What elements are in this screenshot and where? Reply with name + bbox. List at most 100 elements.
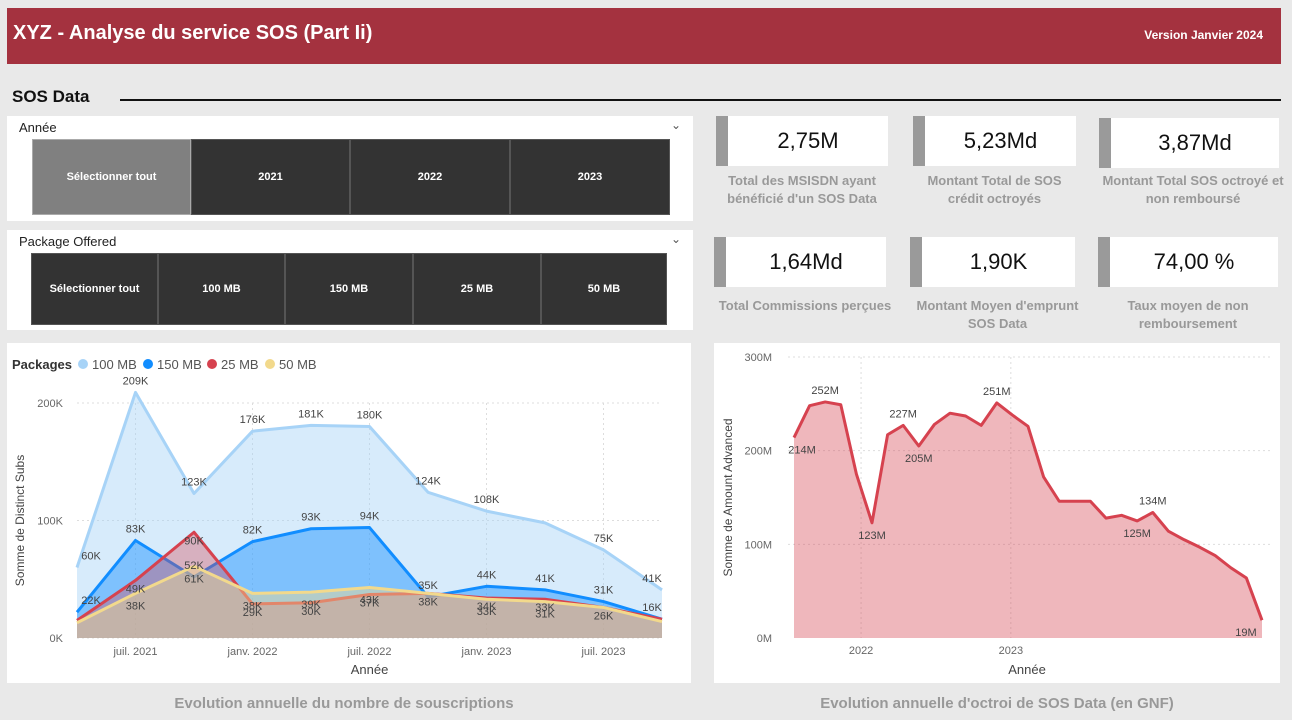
data-label: 61K (184, 573, 204, 585)
legend-marker (143, 359, 153, 369)
data-label: 180K (357, 410, 383, 422)
x-tick-label: janv. 2022 (227, 646, 278, 658)
year-option-2022[interactable]: 2022 (350, 139, 510, 215)
year-option-select-all[interactable]: Sélectionner tout (32, 139, 191, 215)
data-label: 26K (594, 610, 614, 622)
data-label: 38K (243, 600, 263, 612)
data-label: 43K (360, 594, 380, 606)
subscriptions-area-chart[interactable]: Packages 100 MB 150 MB 25 MB 50 MB 0K 100K 200K… (7, 343, 691, 683)
data-label: 19M (1235, 627, 1256, 639)
data-label: 252M (811, 385, 839, 397)
kpi-value: 3,87Md (1111, 118, 1279, 168)
x-tick-label: juil. 2022 (346, 646, 391, 658)
kpi-accent-bar (913, 116, 925, 166)
data-label: 108K (474, 494, 500, 506)
year-slicer-label: Année (19, 120, 57, 135)
year-option-2023[interactable]: 2023 (510, 139, 670, 215)
kpi-value: 5,23Md (925, 116, 1076, 166)
x-tick-label: juil. 2021 (112, 646, 157, 658)
y-axis-title: Somme de Distinct Subs (13, 455, 27, 586)
data-label: 123M (858, 530, 886, 542)
package-option-150mb[interactable]: 150 MB (285, 253, 413, 325)
data-label: 125M (1123, 528, 1151, 540)
data-label: 134M (1139, 495, 1167, 507)
package-option-100mb[interactable]: 100 MB (158, 253, 285, 325)
chevron-down-icon[interactable]: ⌄ (671, 118, 681, 132)
kpi-label: Montant Moyen d'emprunt SOS Data (916, 298, 1079, 331)
kpi-value: 1,64Md (726, 237, 886, 287)
y-tick-label: 100M (744, 539, 772, 551)
data-label: 52K (184, 560, 204, 572)
data-label: 205M (905, 453, 933, 465)
data-label: 31K (535, 609, 555, 621)
y-tick-label: 300M (744, 352, 772, 364)
amount-area-chart[interactable]: 0M 100M 200M 300M 2022 2023 Année Somme de Amou… (714, 343, 1280, 683)
legend-marker (207, 359, 217, 369)
package-option-25mb[interactable]: 25 MB (413, 253, 541, 325)
kpi-label: Montant Total de SOS crédit octroyés (927, 173, 1062, 206)
data-label: 227M (889, 408, 917, 420)
package-slicer: Package Offered ⌄ Sélectionner tout 100 … (7, 230, 693, 330)
legend-item: 25 MB (221, 357, 259, 372)
x-tick-label: 2022 (849, 645, 873, 657)
legend-marker (265, 359, 275, 369)
kpi-value: 74,00 % (1110, 237, 1278, 287)
kpi-accent-bar (1098, 237, 1110, 287)
data-label: 35K (418, 580, 438, 592)
year-slicer: Année ⌄ Sélectionner tout 2021 2022 2023 (7, 116, 693, 221)
data-label: 94K (360, 511, 380, 523)
x-tick-label: janv. 2023 (461, 646, 512, 658)
data-label: 124K (415, 475, 441, 487)
kpi-accent-bar (910, 237, 922, 287)
legend-item: 100 MB (92, 357, 137, 372)
data-label: 41K (535, 573, 555, 585)
kpi-accent-bar (714, 237, 726, 287)
data-label: 251M (983, 386, 1011, 398)
data-label: 60K (81, 551, 101, 563)
version-label: Version Janvier 2024 (1144, 28, 1263, 42)
y-axis-title: Somme de Amount Advanced (721, 418, 735, 576)
data-label: 44K (477, 569, 497, 581)
section-divider (120, 99, 1281, 101)
kpi-accent-bar (1099, 118, 1111, 168)
x-tick-label: 2023 (999, 645, 1023, 657)
y-tick-label: 100K (37, 516, 63, 528)
package-option-select-all[interactable]: Sélectionner tout (31, 253, 158, 325)
chevron-down-icon[interactable]: ⌄ (671, 232, 681, 246)
legend-item: 150 MB (157, 357, 202, 372)
data-label: 123K (181, 476, 207, 488)
subscriptions-chart-title: Evolution annuelle du nombre de souscrip… (174, 695, 514, 712)
kpi-label: Total des MSISDN ayant bénéficié d'un SO… (727, 173, 877, 206)
y-tick-label: 0K (50, 633, 64, 645)
data-label: 22K (81, 595, 101, 607)
data-label: 176K (240, 414, 266, 426)
report-title: XYZ - Analyse du service SOS (Part Ii) (13, 22, 373, 44)
data-label: 209K (123, 375, 149, 387)
data-label: 214M (788, 445, 816, 457)
legend-marker (78, 359, 88, 369)
subscriptions-chart-panel: Packages 100 MB 150 MB 25 MB 50 MB 0K 100K 200K… (7, 343, 691, 683)
kpi-value: 2,75M (728, 116, 888, 166)
series-area (794, 401, 1262, 638)
package-option-50mb[interactable]: 50 MB (541, 253, 667, 325)
y-tick-label: 200K (37, 398, 63, 410)
kpi-accent-bar (716, 116, 728, 166)
y-tick-label: 200M (744, 446, 772, 458)
section-title: SOS Data (12, 87, 90, 106)
x-tick-label: juil. 2023 (580, 646, 625, 658)
x-axis-title: Année (1008, 662, 1046, 677)
legend-title: Packages (12, 357, 72, 372)
data-label: 83K (126, 523, 146, 535)
data-label: 33K (477, 606, 497, 618)
package-slicer-label: Package Offered (19, 234, 117, 249)
report-header: XYZ - Analyse du service SOS (Part Ii) V… (7, 8, 1281, 64)
data-label: 16K (642, 602, 662, 614)
x-axis-title: Année (351, 662, 389, 677)
data-label: 31K (594, 585, 614, 597)
data-label: 38K (126, 600, 146, 612)
kpi-label: Total Commissions perçues (718, 298, 892, 313)
data-label: 93K (301, 512, 321, 524)
kpi-label: Montant Total SOS octroyé et non rembour… (1102, 173, 1284, 206)
data-label: 41K (642, 573, 662, 585)
year-option-2021[interactable]: 2021 (191, 139, 350, 215)
